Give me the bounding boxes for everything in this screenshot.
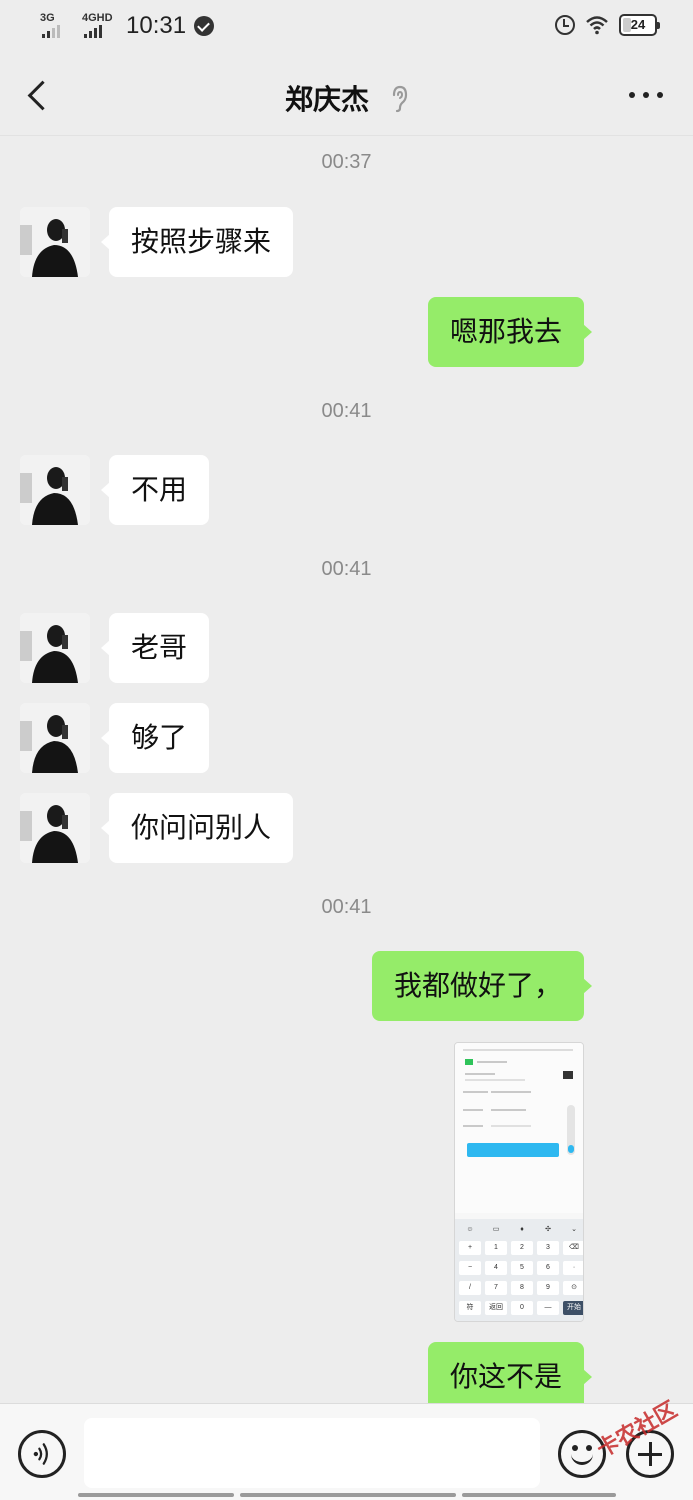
thumbnail-keypad: ☺ ▭ ♦ ✣ ⌄ + 1 2 3 ⌫ − 4 5 6 · / 7 8 9 ⊙ … — [455, 1219, 583, 1321]
network-3g-indicator: 3G — [40, 12, 76, 40]
status-right: 24 — [555, 14, 660, 36]
thumbnail-slider — [567, 1105, 575, 1155]
message-bubble-outgoing[interactable]: 你这不是 — [427, 1342, 593, 1412]
signal-bars-icon — [84, 25, 102, 38]
avatar[interactable] — [20, 613, 90, 683]
message-bubble-incoming[interactable]: 按照步骤来 — [100, 207, 294, 277]
battery-level: 24 — [630, 17, 646, 32]
network-4g-label: 4GHD — [82, 12, 113, 24]
message-bubble-outgoing[interactable]: 我都做好了， — [371, 951, 593, 1021]
message-bubble-incoming[interactable]: 老哥 — [100, 613, 210, 683]
image-message-thumbnail[interactable]: ☺ ▭ ♦ ✣ ⌄ + 1 2 3 ⌫ − 4 5 6 · / 7 8 9 ⊙ … — [454, 1042, 584, 1322]
chat-title: 郑庆杰 — [284, 83, 369, 116]
network-3g-label: 3G — [40, 12, 55, 24]
status-time: 10:31 — [126, 12, 187, 39]
wifi-icon — [586, 16, 608, 35]
earpiece-mode-icon — [392, 85, 408, 113]
message-bubble-outgoing[interactable]: 嗯那我去 — [427, 297, 593, 367]
avatar[interactable] — [20, 455, 90, 525]
message-input[interactable] — [84, 1418, 540, 1488]
timestamp: 00:37 — [321, 151, 372, 173]
avatar[interactable] — [20, 793, 90, 863]
status-bar: 3G 4GHD 10:31 24 — [0, 0, 693, 56]
avatar-photo — [20, 613, 90, 683]
timestamp: 00:41 — [321, 896, 372, 918]
home-indicator — [78, 1493, 616, 1497]
avatar-photo — [20, 793, 90, 863]
signal-bars-icon — [42, 25, 60, 38]
avatar-photo — [20, 207, 90, 277]
avatar-photo — [20, 703, 90, 773]
network-4g-indicator: 4GHD — [82, 12, 118, 40]
timestamp: 00:41 — [321, 558, 372, 580]
battery-icon: 24 — [619, 14, 660, 36]
avatar[interactable] — [20, 703, 90, 773]
chat-header: 郑庆杰 — [0, 56, 693, 136]
check-circle-icon — [194, 16, 215, 36]
more-options-icon[interactable] — [629, 92, 663, 98]
input-bar — [0, 1403, 693, 1500]
thumbnail-blue-button — [467, 1143, 559, 1157]
message-bubble-incoming[interactable]: 够了 — [100, 703, 210, 773]
voice-input-icon[interactable] — [18, 1430, 66, 1478]
title-wrap: 郑庆杰 — [0, 78, 693, 118]
message-bubble-incoming[interactable]: 不用 — [100, 455, 210, 525]
avatar[interactable] — [20, 207, 90, 277]
thumbnail-screen-area — [455, 1043, 583, 1213]
avatar-photo — [20, 455, 90, 525]
status-left: 3G 4GHD 10:31 — [40, 12, 215, 40]
alarm-icon — [555, 15, 575, 35]
timestamp: 00:41 — [321, 400, 372, 422]
message-bubble-incoming[interactable]: 你问问别人 — [100, 793, 294, 863]
